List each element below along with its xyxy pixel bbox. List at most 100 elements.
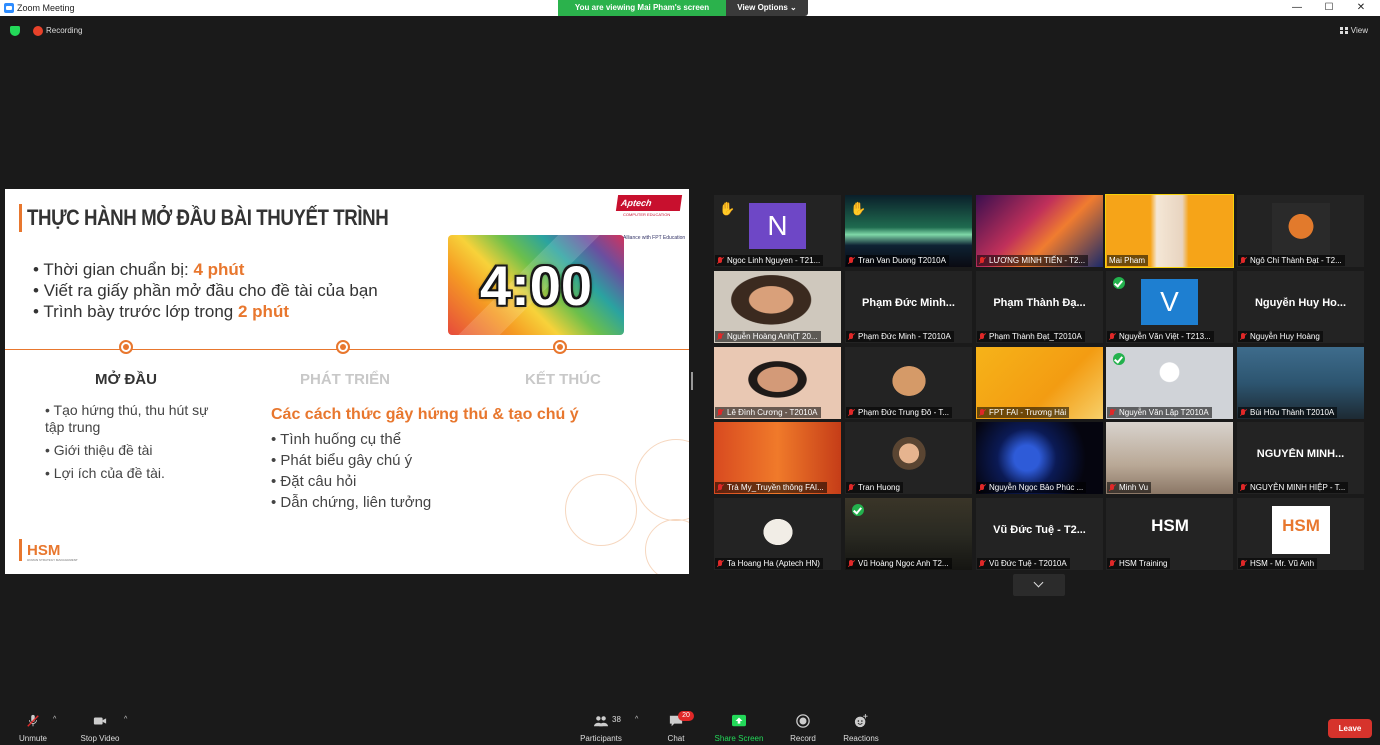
bullet-prep-time: Thời gian chuẩn bị: 4 phút: [33, 259, 378, 280]
bullet-highlight: 2 phút: [238, 302, 289, 321]
minimize-button[interactable]: —: [1282, 1, 1312, 15]
muted-mic-icon: [1240, 483, 1246, 492]
verified-check-icon: [852, 504, 864, 516]
participant-name: Nguyễn Ngọc Bảo Phúc ...: [989, 483, 1084, 492]
muted-mic-icon: [848, 332, 854, 341]
muted-mic-icon: [979, 483, 985, 492]
participant-tile[interactable]: NGUYỄN MINH... NGUYỄN MINH HIỆP - T...: [1237, 422, 1364, 494]
participant-tile[interactable]: Phạm Đức Minh... Phạm Đức Minh - T2010A: [845, 271, 972, 343]
view-options-button[interactable]: View Options ⌄: [726, 0, 808, 16]
participant-tile[interactable]: Trà My_Truyền thông FAI...: [714, 422, 841, 494]
muted-mic-icon: [1240, 332, 1246, 341]
aptech-logo: Aptech COMPUTER EDUCATION Alliance with …: [615, 195, 685, 241]
participant-name-bar: Phạm Thành Đạt_T2010A: [977, 331, 1085, 342]
participant-tile[interactable]: N ✋ Ngoc Linh Nguyen - T21...: [714, 195, 841, 267]
participant-tile[interactable]: Nguyễn Huy Ho... Nguyễn Huy Hoàng: [1237, 271, 1364, 343]
view-label: View: [1350, 26, 1368, 35]
muted-mic-icon: [717, 559, 723, 568]
zoom-app-icon: [4, 3, 14, 13]
participant-display-name: Vũ Đức Tuệ - T2...: [993, 524, 1086, 536]
intro-list: Tạo hứng thú, thu hút sự tập trung Giới …: [45, 402, 215, 488]
participant-tile[interactable]: Vũ Hoàng Ngọc Anh T2...: [845, 498, 972, 570]
participant-tile[interactable]: Ta Hoang Ha (Aptech HN): [714, 498, 841, 570]
split-view-handle[interactable]: [691, 372, 693, 390]
maximize-button[interactable]: ☐: [1314, 1, 1344, 15]
participant-name: Nguyễn Văn Việt - T213...: [1119, 332, 1211, 341]
encryption-shield-icon[interactable]: [10, 26, 20, 36]
grid-view-icon: [1339, 27, 1348, 34]
participant-initial-avatar: N: [749, 203, 806, 249]
participant-tile[interactable]: Tran Huong: [845, 422, 972, 494]
muted-mic-icon: [717, 408, 723, 417]
timeline-dot: [553, 340, 567, 354]
participant-tile[interactable]: LƯƠNG MINH TIẾN - T2...: [976, 195, 1103, 267]
participant-tile[interactable]: Nguễn Hoàng Anh(T 20...: [714, 271, 841, 343]
muted-mic-icon: [1109, 559, 1115, 568]
bullet-text: Viết ra giấy phần mở đầu cho đề tài của …: [43, 281, 378, 300]
aptech-logo-text: Aptech: [615, 195, 683, 211]
participant-name: Ta Hoang Ha (Aptech HN): [727, 559, 820, 568]
participant-tile[interactable]: Phạm Thành Đạ... Phạm Thành Đạt_T2010A: [976, 271, 1103, 343]
participant-name: Vũ Hoàng Ngọc Anh T2...: [858, 559, 949, 568]
participant-tile[interactable]: Nguyễn Văn Lập T2010A: [1106, 347, 1233, 419]
participant-tile[interactable]: HSM HSM Training: [1106, 498, 1233, 570]
participant-name: Trà My_Truyền thông FAI...: [727, 483, 824, 492]
view-button[interactable]: View: [1339, 26, 1368, 35]
audio-options-caret[interactable]: ^: [53, 716, 56, 723]
bullet-write: Viết ra giấy phần mở đầu cho đề tài của …: [33, 280, 378, 301]
recording-label: Recording: [46, 26, 83, 35]
participant-name-bar: Phạm Đức Trung Đô - T...: [846, 407, 953, 418]
participant-tile[interactable]: V Nguyễn Văn Việt - T213...: [1106, 271, 1233, 343]
participant-name: Bùi Hữu Thành T2010A: [1250, 408, 1335, 417]
window-title: Zoom Meeting: [17, 3, 75, 13]
chevron-down-icon: ⌄: [790, 3, 797, 12]
participant-tile[interactable]: Nguyễn Ngọc Bảo Phúc ...: [976, 422, 1103, 494]
participant-name: Nguễn Hoàng Anh(T 20...: [727, 332, 818, 341]
participant-tile[interactable]: ✋ Tran Van Duong T2010A: [845, 195, 972, 267]
gallery-next-page-button[interactable]: [1013, 574, 1065, 596]
close-button[interactable]: ✕: [1346, 1, 1376, 15]
participants-options-caret[interactable]: ^: [635, 716, 638, 723]
participant-tile[interactable]: Lê Đình Cương - T2010A: [714, 347, 841, 419]
record-icon: [796, 714, 810, 728]
participant-name: Lê Đình Cương - T2010A: [727, 408, 818, 417]
record-label: Record: [790, 734, 816, 743]
muted-mic-icon: [848, 256, 854, 265]
participant-name-bar: Ngô Chí Thành Đạt - T2...: [1238, 255, 1345, 266]
muted-mic-icon: [979, 559, 985, 568]
share-screen-label: Share Screen: [714, 734, 764, 743]
participant-tile[interactable]: HSM HSM - Mr. Vũ Anh: [1237, 498, 1364, 570]
muted-mic-icon: [979, 408, 985, 417]
participant-tile[interactable]: Minh Vu: [1106, 422, 1233, 494]
participant-name: Mai Pham: [1109, 256, 1146, 265]
list-item: Lợi ích của đề tài.: [45, 465, 215, 482]
muted-mic-icon: [717, 483, 723, 492]
participant-name-bar: FPT FAI - Trương Hải: [977, 407, 1070, 418]
participant-name-bar: Nguễn Hoàng Anh(T 20...: [715, 331, 821, 342]
video-options-caret[interactable]: ^: [124, 716, 127, 723]
stage-end: KẾT THÚC: [525, 371, 601, 388]
participant-tile[interactable]: Bùi Hữu Thành T2010A: [1237, 347, 1364, 419]
participant-tile[interactable]: FPT FAI - Trương Hải: [976, 347, 1103, 419]
bullet-text: Trình bày trước lớp trong: [43, 302, 238, 321]
title-bar: Zoom Meeting You are viewing Mai Pham's …: [0, 0, 1380, 16]
methods-heading: Các cách thức gây hứng thú & tạo chú ý: [271, 406, 579, 423]
participant-video-frame: [880, 430, 938, 482]
participant-tile[interactable]: Phạm Đức Trung Đô - T...: [845, 347, 972, 419]
participant-tile[interactable]: Mai Pham: [1105, 194, 1234, 268]
muted-mic-icon: [848, 559, 854, 568]
participant-display-name: NGUYỄN MINH...: [1256, 448, 1345, 460]
recording-icon: [33, 26, 43, 36]
reactions-label: Reactions: [843, 734, 879, 743]
stage-develop: PHÁT TRIỂN: [300, 371, 390, 388]
smiley-plus-icon: [854, 714, 868, 728]
participant-tile[interactable]: Vũ Đức Tuệ - T2... Vũ Đức Tuệ - T2010A: [976, 498, 1103, 570]
participant-tile[interactable]: Ngô Chí Thành Đạt - T2...: [1237, 195, 1364, 267]
chat-unread-badge: 20: [678, 711, 694, 721]
leave-button[interactable]: Leave: [1328, 719, 1372, 738]
heading-accent: [19, 204, 22, 232]
participant-name-bar: Nguyễn Huy Hoàng: [1238, 331, 1323, 342]
hsm-logo: HSM HUMAN STRATEGY MANAGEMENT: [27, 542, 78, 562]
muted-mic-icon: [1240, 559, 1246, 568]
participant-name: Phạm Đức Trung Đô - T...: [858, 408, 950, 417]
